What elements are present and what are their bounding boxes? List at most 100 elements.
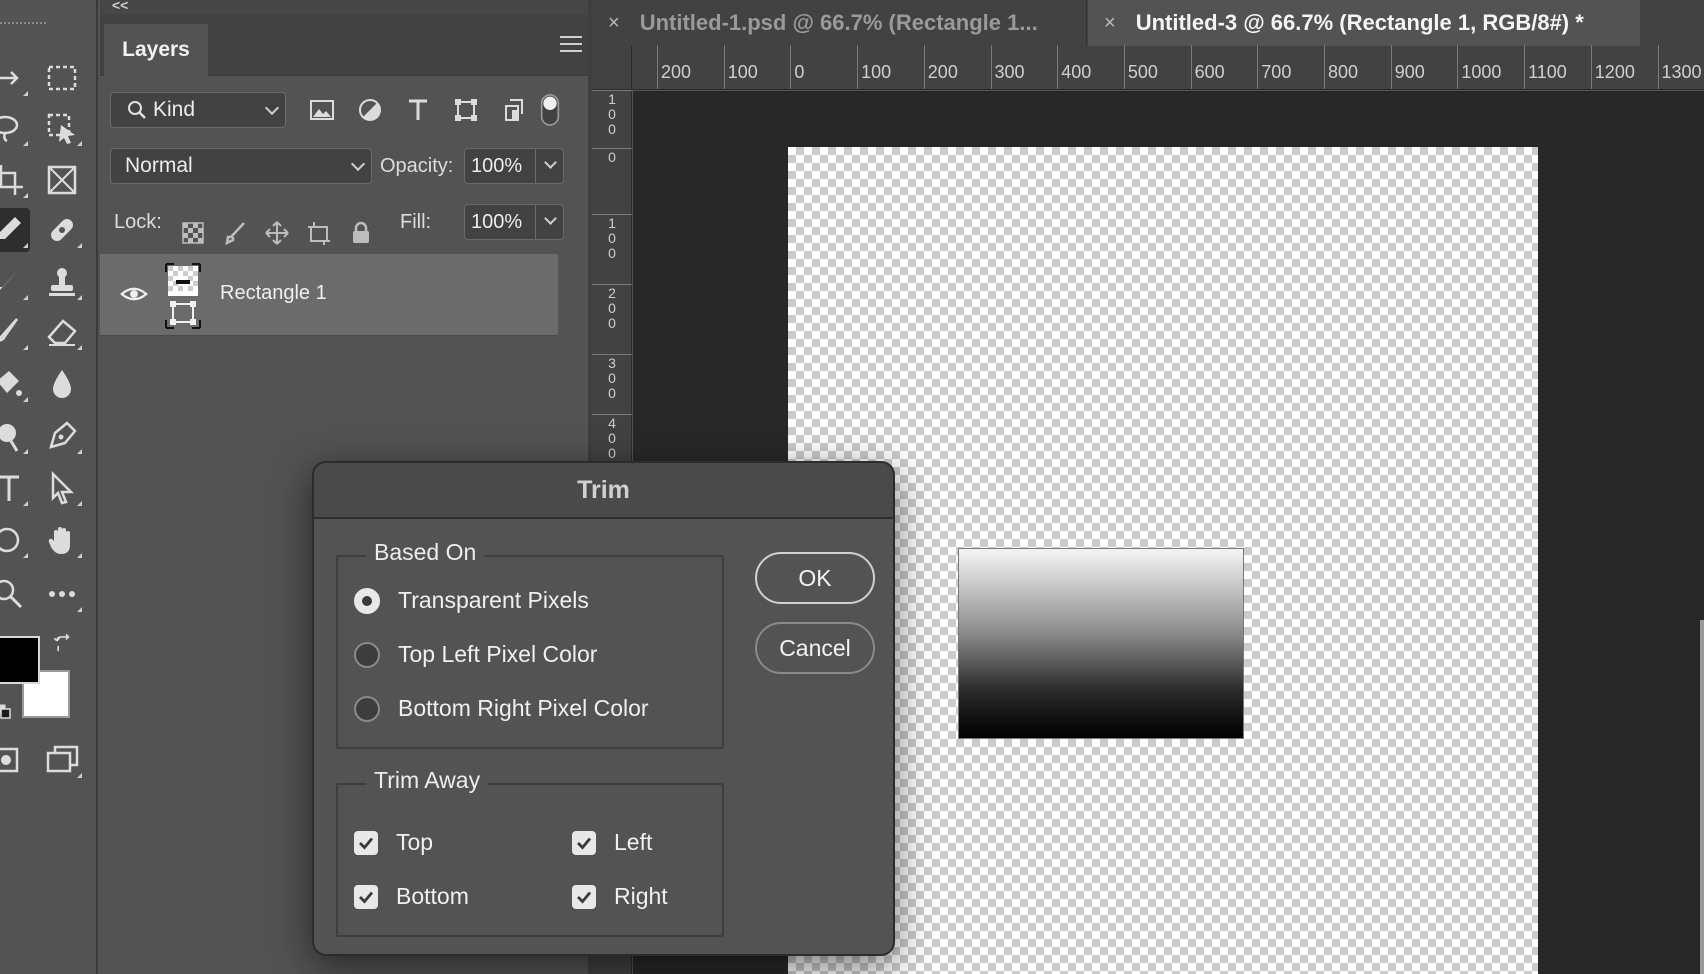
- ruler-label: 0: [794, 62, 805, 82]
- filter-kind-select[interactable]: Kind: [110, 92, 286, 128]
- tab-layers[interactable]: Layers: [104, 24, 208, 76]
- ruler-tick: [657, 45, 658, 89]
- screen-mode-icon[interactable]: [40, 738, 84, 782]
- tab-label: Untitled-1.psd @ 66.7% (Rectangle 1...: [639, 10, 1038, 35]
- type-filter-icon[interactable]: [402, 94, 434, 126]
- eye-icon[interactable]: [118, 278, 150, 310]
- based-on-label: Based On: [366, 539, 485, 566]
- close-icon[interactable]: ×: [608, 12, 620, 35]
- tab-untitled-1[interactable]: × Untitled-1.psd @ 66.7% (Rectangle 1...: [592, 0, 1087, 46]
- eraser-icon[interactable]: [40, 310, 84, 354]
- ruler-label: 400: [608, 415, 616, 461]
- cancel-button[interactable]: Cancel: [755, 622, 875, 674]
- ok-button[interactable]: OK: [755, 552, 875, 604]
- tab-untitled-3[interactable]: × Untitled-3 @ 66.7% (Rectangle 1, RGB/8…: [1088, 0, 1640, 46]
- chevron-down-icon: [264, 100, 280, 116]
- ruler-corner[interactable]: [592, 46, 632, 90]
- chevron-down-icon: [544, 156, 557, 169]
- hand-icon[interactable]: [40, 518, 84, 562]
- checkbox-bottom[interactable]: Bottom: [354, 883, 469, 910]
- rectangle-1-layer[interactable]: [958, 548, 1244, 739]
- checkbox-top[interactable]: Top: [354, 829, 433, 856]
- ruler-label: 200: [927, 62, 958, 82]
- ellipse-icon[interactable]: [0, 518, 30, 562]
- checkbox[interactable]: [354, 830, 378, 855]
- document-tabbar: × Untitled-1.psd @ 66.7% (Rectangle 1...…: [592, 0, 1704, 46]
- more-icon[interactable]: [40, 572, 84, 616]
- layer-name[interactable]: Rectangle 1: [220, 282, 327, 305]
- radio-button[interactable]: [354, 641, 380, 668]
- lock-artboard-icon[interactable]: [304, 218, 334, 248]
- eyedropper-icon[interactable]: [0, 208, 30, 252]
- panel-menu-icon[interactable]: [560, 36, 582, 52]
- checkbox-left[interactable]: Left: [572, 829, 652, 856]
- opacity-input[interactable]: 100%: [464, 148, 536, 184]
- ruler-label: 1300: [1661, 62, 1702, 82]
- bucket-icon[interactable]: [0, 362, 30, 406]
- type-icon[interactable]: [0, 466, 30, 510]
- lock-pixels-brush-icon[interactable]: [220, 218, 250, 248]
- drop-icon[interactable]: [40, 362, 84, 406]
- vertical-scrollbar[interactable]: [1700, 620, 1704, 974]
- lock-all-icon[interactable]: [346, 218, 376, 248]
- object-selection-icon[interactable]: [40, 106, 84, 150]
- radio-transparent-pixels[interactable]: Transparent Pixels: [354, 587, 589, 614]
- frame-icon[interactable]: [40, 158, 84, 202]
- rectangular-marquee-icon[interactable]: [40, 56, 84, 100]
- lock-transparency-icon[interactable]: [178, 218, 208, 248]
- crop-icon[interactable]: [0, 158, 30, 202]
- ruler-label: 900: [1394, 62, 1425, 82]
- toolbar-grip[interactable]: [0, 22, 46, 28]
- radio-button[interactable]: [354, 587, 380, 614]
- radio-top-left-pixel-color[interactable]: Top Left Pixel Color: [354, 641, 597, 668]
- bandage-icon[interactable]: [40, 208, 84, 252]
- history-brush-icon[interactable]: [0, 310, 30, 354]
- swap-colors-icon[interactable]: [46, 626, 82, 662]
- foreground-color-swatch[interactable]: [0, 636, 40, 684]
- lock-position-icon[interactable]: [262, 218, 292, 248]
- stamp-icon[interactable]: [40, 260, 84, 304]
- shape-filter-icon[interactable]: [450, 94, 482, 126]
- checkbox[interactable]: [572, 884, 596, 909]
- ruler-label: 1200: [1594, 62, 1635, 82]
- ruler-label: 600: [1194, 62, 1225, 82]
- filter-toggle[interactable]: [538, 90, 562, 130]
- ruler-label: 100: [727, 62, 758, 82]
- adjustment-filter-icon[interactable]: [354, 94, 386, 126]
- default-colors-icon[interactable]: [0, 700, 16, 724]
- ruler-label: 200: [661, 62, 692, 82]
- radio-label: Bottom Right Pixel Color: [398, 695, 649, 721]
- checkbox[interactable]: [572, 830, 596, 855]
- pen-icon[interactable]: [40, 414, 84, 458]
- image-filter-icon[interactable]: [306, 94, 338, 126]
- ruler-label: 1000: [1461, 62, 1502, 82]
- lasso-icon[interactable]: [0, 106, 30, 150]
- close-icon[interactable]: ×: [1104, 12, 1116, 35]
- horizontal-ruler: 200 100 0 100 200 300 400 500 600 700 800 900 1000 11…: [632, 45, 1704, 90]
- quick-mask-icon[interactable]: [0, 738, 30, 782]
- collapse-icon[interactable]: <<: [112, 0, 128, 13]
- smart-object-filter-icon[interactable]: [498, 94, 530, 126]
- blend-mode-select[interactable]: Normal: [110, 148, 372, 184]
- brush-icon[interactable]: [0, 260, 30, 304]
- opacity-dropdown[interactable]: [536, 148, 564, 184]
- dodge-icon[interactable]: [0, 414, 30, 458]
- checkbox[interactable]: [354, 884, 378, 909]
- based-on-group: Based On Transparent Pixels Top Left Pix…: [336, 539, 724, 749]
- layer-row[interactable]: Rectangle 1: [100, 254, 558, 336]
- fill-dropdown[interactable]: [536, 204, 564, 240]
- arrow-icon[interactable]: [40, 466, 84, 510]
- radio-button[interactable]: [354, 695, 380, 722]
- fill-input[interactable]: 100%: [464, 204, 536, 240]
- zoom-icon[interactable]: [0, 572, 30, 616]
- move-icon[interactable]: [0, 56, 30, 100]
- layer-thumbnail[interactable]: [164, 262, 202, 330]
- ruler-tick: [1123, 45, 1125, 89]
- tools-bar: [0, 0, 98, 974]
- radio-bottom-right-pixel-color[interactable]: Bottom Right Pixel Color: [354, 695, 649, 722]
- checkbox-label: Left: [614, 829, 653, 855]
- ruler-label: 300: [608, 355, 616, 401]
- chevron-down-icon: [544, 212, 557, 225]
- checkbox-right[interactable]: Right: [572, 883, 668, 910]
- panel-collapse-strip[interactable]: <<: [100, 0, 590, 14]
